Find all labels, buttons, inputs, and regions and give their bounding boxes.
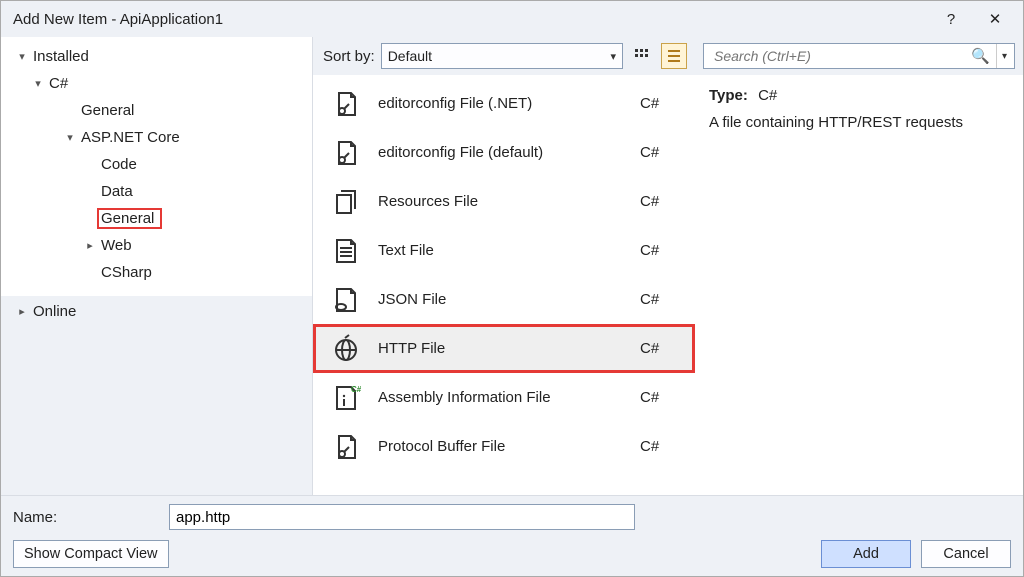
template-item[interactable]: Protocol Buffer FileC# — [313, 422, 695, 471]
bottom-panel: Name: Show Compact View Add Cancel — [1, 495, 1023, 576]
grid-icon — [634, 48, 650, 64]
wrench-doc-icon — [328, 86, 364, 122]
template-item[interactable]: JSON FileC# — [313, 275, 695, 324]
tree-aspnet[interactable]: ASP.NET Core — [1, 124, 312, 151]
textlines-icon — [328, 233, 364, 269]
category-tree: Installed C# General ASP.NET Core Code — [1, 37, 312, 296]
details-panel: 🔍 ▾ Type: C# A file containing HTTP/REST… — [695, 37, 1023, 495]
sidebar: Installed C# General ASP.NET Core Code — [1, 37, 313, 495]
wrench-doc-icon — [328, 135, 364, 171]
titlebar-title: Add New Item - ApiApplication1 — [13, 11, 223, 28]
tree-code[interactable]: Code — [1, 151, 312, 178]
list-icon — [666, 48, 682, 64]
chevron-down-icon — [63, 131, 77, 144]
main-content: Installed C# General ASP.NET Core Code — [1, 37, 1023, 495]
search-input[interactable] — [712, 47, 967, 65]
view-list-button[interactable] — [661, 43, 687, 69]
search-icon[interactable]: 🔍 — [967, 47, 994, 65]
template-item-lang: C# — [640, 242, 680, 259]
tree-online[interactable]: Online — [1, 296, 312, 327]
template-panel: Sort by: Default editorconfig File (.NET… — [313, 37, 695, 495]
info-cs-icon: C# — [328, 380, 364, 416]
details-description: A file containing HTTP/REST requests — [709, 114, 1009, 131]
template-item-name: Text File — [378, 242, 640, 259]
template-item[interactable]: Text FileC# — [313, 226, 695, 275]
tree-installed[interactable]: Installed — [1, 43, 312, 70]
chevron-right-icon — [83, 239, 97, 252]
chevron-right-icon — [15, 305, 29, 318]
template-list: editorconfig File (.NET)C#editorconfig F… — [313, 75, 695, 495]
template-item[interactable]: Resources FileC# — [313, 177, 695, 226]
template-item-lang: C# — [640, 95, 680, 112]
tree-csharp[interactable]: C# — [1, 70, 312, 97]
template-details: Type: C# A file containing HTTP/REST req… — [695, 75, 1023, 153]
tree-csharp-sub[interactable]: CSharp — [1, 259, 312, 286]
json-icon — [328, 282, 364, 318]
dialog-window: Add New Item - ApiApplication1 ? ✕ Insta… — [0, 0, 1024, 577]
template-item-name: editorconfig File (.NET) — [378, 95, 640, 112]
template-item-lang: C# — [640, 389, 680, 406]
template-item[interactable]: C#Assembly Information FileC# — [313, 373, 695, 422]
name-input[interactable] — [169, 504, 635, 530]
template-item-name: JSON File — [378, 291, 640, 308]
template-item[interactable]: HTTP FileC# — [313, 324, 695, 373]
button-row: Show Compact View Add Cancel — [13, 540, 1011, 568]
tree-web[interactable]: Web — [1, 232, 312, 259]
chevron-down-icon — [31, 77, 45, 90]
tree-general-aspnet[interactable]: General — [1, 205, 312, 232]
titlebar: Add New Item - ApiApplication1 ? ✕ — [1, 1, 1023, 37]
details-type-row: Type: C# — [709, 87, 1009, 104]
template-item-lang: C# — [640, 340, 680, 357]
sort-by-label: Sort by: — [323, 48, 375, 65]
help-button[interactable]: ? — [929, 5, 973, 33]
compact-view-button[interactable]: Show Compact View — [13, 540, 169, 568]
template-item-lang: C# — [640, 193, 680, 210]
template-item-name: HTTP File — [378, 340, 640, 357]
wrench-doc-icon — [328, 429, 364, 465]
docs-icon — [328, 184, 364, 220]
tree-data[interactable]: Data — [1, 178, 312, 205]
svg-text:C#: C# — [351, 385, 361, 394]
name-label: Name: — [13, 509, 169, 526]
template-item-name: editorconfig File (default) — [378, 144, 640, 161]
search-dropdown[interactable]: ▾ — [996, 44, 1012, 68]
name-row: Name: — [13, 504, 1011, 530]
sort-toolbar: Sort by: Default — [313, 37, 695, 75]
cancel-button[interactable]: Cancel — [921, 540, 1011, 568]
globe-icon — [328, 331, 364, 367]
template-item-lang: C# — [640, 144, 680, 161]
template-item[interactable]: editorconfig File (.NET)C# — [313, 79, 695, 128]
search-box[interactable]: 🔍 ▾ — [703, 43, 1015, 69]
details-type-label: Type: — [709, 87, 748, 104]
template-item-name: Protocol Buffer File — [378, 438, 640, 455]
template-item-lang: C# — [640, 438, 680, 455]
template-item-name: Assembly Information File — [378, 389, 640, 406]
template-item[interactable]: editorconfig File (default)C# — [313, 128, 695, 177]
sort-by-dropdown[interactable]: Default — [381, 43, 623, 69]
details-type-value: C# — [758, 87, 777, 104]
chevron-down-icon — [15, 50, 29, 63]
template-item-lang: C# — [640, 291, 680, 308]
tree-general[interactable]: General — [1, 97, 312, 124]
search-toolbar: 🔍 ▾ — [695, 37, 1023, 75]
close-button[interactable]: ✕ — [973, 5, 1017, 33]
add-button[interactable]: Add — [821, 540, 911, 568]
view-grid-button[interactable] — [629, 43, 655, 69]
template-item-name: Resources File — [378, 193, 640, 210]
